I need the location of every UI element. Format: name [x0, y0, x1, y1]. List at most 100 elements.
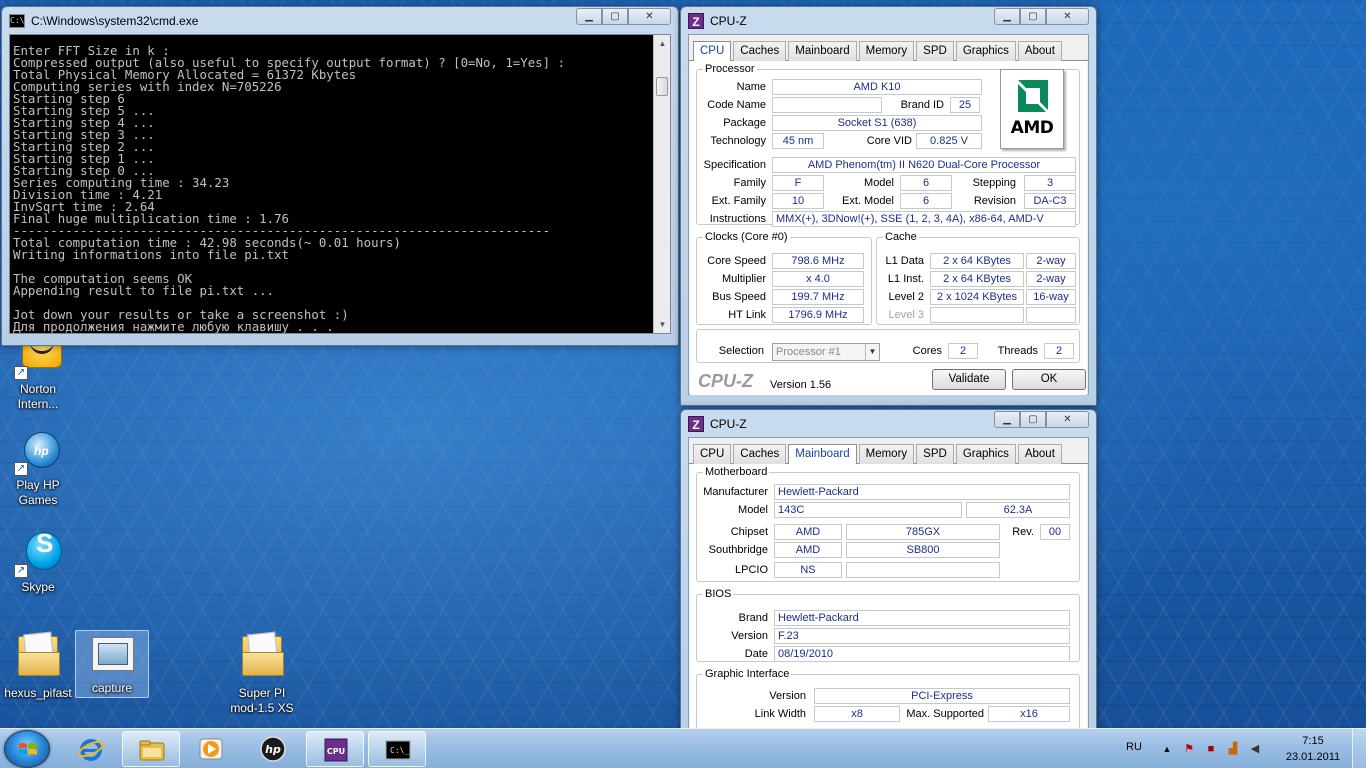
tab-graphics[interactable]: Graphics — [955, 41, 1016, 61]
taskbar-cmd[interactable]: C:\_ — [368, 731, 426, 767]
close-button[interactable]: ✕ — [1046, 8, 1089, 25]
show-hidden-icons-icon[interactable]: ▲ — [1160, 742, 1174, 756]
media-player-icon — [199, 738, 223, 760]
cpuz-cpu-titlebar[interactable]: Z CPU-Z ▁ ▢ ✕ — [688, 7, 1089, 34]
minimize-button[interactable]: ▁ — [576, 8, 602, 25]
tab-graphics[interactable]: Graphics — [955, 444, 1016, 464]
desktop-icon-hexus-pifast[interactable]: hexus_pifast — [0, 632, 76, 701]
scroll-down-arrow-icon[interactable]: ▼ — [654, 316, 671, 333]
explorer-folder-icon — [139, 740, 165, 761]
cpuz-mainboard-window[interactable]: Z CPU-Z ▁ ▢ ✕ CPU Caches Mainboard Memor… — [680, 409, 1097, 728]
cpuz-icon: CPU — [324, 738, 348, 762]
desktop-icon-capture[interactable]: capture — [75, 630, 149, 698]
taskbar-internet-explorer[interactable] — [62, 731, 120, 767]
chevron-down-icon[interactable]: ▼ — [865, 344, 879, 360]
revision-label: Revision — [973, 195, 1016, 207]
desktop: ↗ Norton Intern... hp ↗ Play HP Games S … — [0, 0, 1366, 728]
tab-about[interactable]: About — [1017, 41, 1062, 61]
tab-about[interactable]: About — [1017, 444, 1062, 464]
close-button[interactable]: ✕ — [1046, 411, 1089, 428]
cpuz-window-title: CPU-Z — [710, 416, 747, 431]
tab-memory[interactable]: Memory — [858, 444, 915, 464]
brandid-value: 25 — [950, 97, 980, 113]
ht-link-value: 1796.9 MHz — [772, 307, 864, 323]
ok-button[interactable]: OK — [1012, 369, 1086, 390]
console-scrollbar[interactable]: ▲ ▼ — [653, 35, 670, 333]
tab-mainboard[interactable]: Mainboard — [788, 444, 857, 465]
desktop-icon-super-pi[interactable]: Super PI mod-1.5 XS — [224, 632, 300, 716]
console-line: Для продолжения нажмите любую клавишу . … — [13, 319, 334, 333]
tab-memory[interactable]: Memory — [858, 41, 915, 61]
l1-inst-value: 2 x 64 KBytes — [930, 271, 1024, 287]
desktop-icon-label: Skype — [21, 580, 55, 594]
tab-caches[interactable]: Caches — [733, 41, 787, 61]
l1-data-way-value: 2-way — [1026, 253, 1076, 269]
bios-date-label: Date — [744, 648, 768, 660]
desktop-icon-label: capture — [91, 681, 133, 695]
close-button[interactable]: ✕ — [628, 8, 671, 25]
cmd-titlebar[interactable]: C:\ C:\Windows\system32\cmd.exe ▁ ▢ ✕ — [9, 7, 671, 34]
cpuz-cpu-body: CPU Caches Mainboard Memory SPD Graphics… — [688, 34, 1089, 395]
clock-date[interactable]: 23.01.2011 — [1282, 751, 1344, 763]
stepping-value: 3 — [1024, 175, 1076, 191]
lpcio-detail-value — [846, 562, 1000, 578]
maximize-button[interactable]: ▢ — [602, 8, 628, 25]
processor-select[interactable]: Processor #1 ▼ — [772, 343, 880, 361]
tab-cpu[interactable]: CPU — [693, 444, 732, 464]
network-icon[interactable]: ▟ — [1226, 742, 1240, 756]
console-output[interactable]: Enter FFT Size in k : Compressed output (… — [9, 34, 671, 334]
model-value: 143C — [774, 502, 962, 518]
minimize-button[interactable]: ▁ — [994, 411, 1020, 428]
tab-mainboard[interactable]: Mainboard — [788, 41, 857, 61]
cpuz-cpu-window[interactable]: Z CPU-Z ▁ ▢ ✕ CPU Caches Mainboard Memor… — [680, 6, 1097, 406]
cores-value: 2 — [948, 343, 978, 359]
scroll-up-arrow-icon[interactable]: ▲ — [654, 35, 671, 52]
tab-caches[interactable]: Caches — [733, 444, 787, 464]
bus-speed-label: Bus Speed — [712, 291, 766, 303]
bios-brand-value: Hewlett-Packard — [774, 610, 1070, 626]
lpcio-label: LPCIO — [734, 564, 768, 576]
tab-cpu[interactable]: CPU — [693, 41, 732, 62]
validate-button[interactable]: Validate — [932, 369, 1006, 390]
clocks-legend: Clocks (Core #0) — [705, 231, 788, 243]
ext-family-value: 10 — [772, 193, 824, 209]
svg-text:CPU: CPU — [327, 747, 345, 756]
taskbar-hp[interactable]: hp — [244, 731, 302, 767]
ext-model-value: 6 — [900, 193, 952, 209]
desktop-icon-play-hp-games[interactable]: hp ↗ Play HP Games — [0, 428, 76, 508]
selection-label: Selection — [718, 345, 764, 357]
show-desktop-button[interactable] — [1352, 729, 1366, 768]
level2-label: Level 2 — [888, 291, 924, 303]
security-icon[interactable]: ■ — [1204, 742, 1218, 756]
taskbar-windows-explorer[interactable] — [122, 731, 180, 767]
brandid-label: Brand ID — [900, 99, 944, 111]
threads-value: 2 — [1044, 343, 1074, 359]
windows-start-icon — [19, 743, 37, 755]
minimize-button[interactable]: ▁ — [994, 8, 1020, 25]
technology-value: 45 nm — [772, 133, 824, 149]
volume-muted-icon[interactable]: ◀ — [1248, 742, 1262, 756]
cmd-window[interactable]: C:\ C:\Windows\system32\cmd.exe ▁ ▢ ✕ En… — [1, 6, 679, 346]
taskbar-cpuz[interactable]: CPU — [306, 731, 364, 767]
tab-spd[interactable]: SPD — [916, 41, 954, 61]
action-center-icon[interactable]: ⚑ — [1182, 742, 1196, 756]
cpuz-mainboard-titlebar[interactable]: Z CPU-Z ▁ ▢ ✕ — [688, 410, 1089, 437]
maximize-button[interactable]: ▢ — [1020, 411, 1046, 428]
tab-spd[interactable]: SPD — [916, 444, 954, 464]
taskbar-media-player[interactable] — [182, 731, 240, 767]
language-indicator[interactable]: RU — [1126, 741, 1142, 753]
l1-data-value: 2 x 64 KBytes — [930, 253, 1024, 269]
start-button[interactable] — [4, 730, 50, 768]
maximize-button[interactable]: ▢ — [1020, 8, 1046, 25]
level3-label: Level 3 — [888, 309, 924, 321]
console-line: Writing informations into file pi.txt — [13, 247, 290, 262]
amd-logo-text: AMD — [1010, 118, 1054, 138]
southbridge-vendor-value: AMD — [774, 542, 842, 558]
clock-time[interactable]: 7:15 — [1290, 735, 1336, 747]
revision-value: DA-C3 — [1024, 193, 1076, 209]
model-revision-value: 62.3A — [966, 502, 1070, 518]
desktop-icon-skype[interactable]: S ↗ Skype — [0, 530, 76, 595]
scroll-thumb[interactable] — [656, 77, 668, 96]
level3-way-value — [1026, 307, 1076, 323]
rev-value: 00 — [1040, 524, 1070, 540]
